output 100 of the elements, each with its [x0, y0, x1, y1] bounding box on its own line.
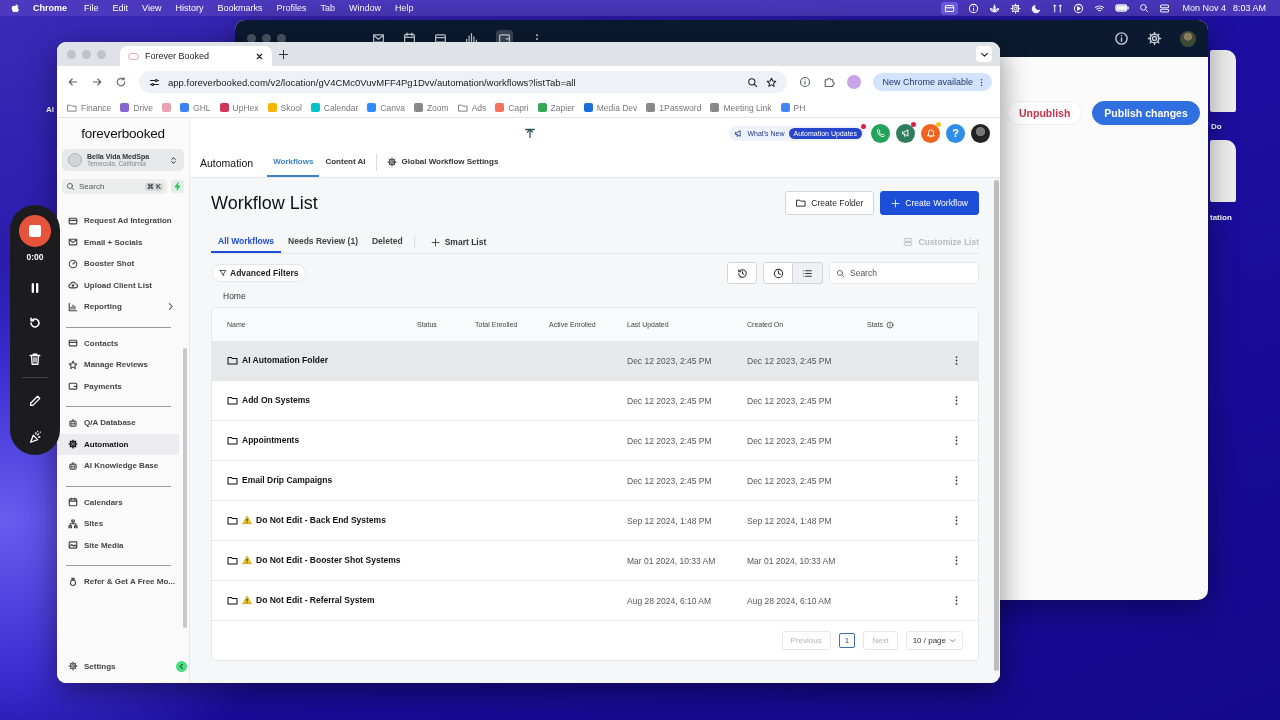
clock-view-button[interactable] [763, 262, 793, 284]
earbuds-icon[interactable] [1052, 2, 1064, 14]
zoom-icon[interactable] [747, 76, 759, 88]
sidebar-item[interactable]: Email + Socials [57, 231, 179, 253]
sidebar-item[interactable]: Refer & Get A Free Mo... [57, 571, 179, 593]
reload-icon[interactable] [115, 76, 127, 88]
settings-icon[interactable] [1147, 31, 1162, 46]
page-size-select[interactable]: 10 / page [905, 631, 963, 650]
menu-item[interactable]: Chrome [21, 3, 77, 13]
battery-icon[interactable] [1115, 1, 1130, 15]
screen-share-icon[interactable] [944, 2, 956, 14]
table-row[interactable]: Do Not Edit - Back End Systems Sep 12 2024, 1:48 PM Sep 12 2024, 1:48 PM [212, 501, 978, 541]
menu-item[interactable]: Tab [313, 3, 342, 13]
bookmark[interactable]: Media Dev [583, 102, 638, 113]
user-avatar[interactable] [971, 123, 990, 143]
stop-button[interactable] [19, 215, 51, 247]
bookmark[interactable]: Canva [367, 102, 405, 113]
puzzle-icon[interactable] [823, 76, 836, 88]
create-workflow-button[interactable]: Create Workflow [880, 191, 979, 215]
bar-chart-icon[interactable] [465, 32, 478, 45]
table-row[interactable]: Do Not Edit - Referral System Aug 28 2024, 6:10 AM Aug 28 2024, 6:10 AM [212, 581, 978, 621]
menubar-clock[interactable]: 8:03 AM [1232, 3, 1270, 13]
history-button[interactable] [727, 262, 757, 284]
sidebar-item[interactable]: AI Knowledge Base [57, 455, 179, 477]
address-bar[interactable]: app.foreverbooked.com/v2/location/gV4CMc0VuvMFF4Pg1Dvv/automation/workflows?listTab=all [139, 71, 788, 93]
tab-search-button[interactable] [976, 46, 992, 62]
search-icon[interactable] [1139, 3, 1150, 13]
list-tab[interactable]: Deleted [364, 231, 410, 253]
sparkle-icon[interactable] [28, 430, 42, 445]
list-tab[interactable]: All Workflows [211, 231, 282, 253]
bookmark[interactable]: UpHex [219, 102, 259, 113]
list-tab[interactable]: Needs Review (1) [281, 231, 365, 253]
bookmark[interactable]: Finance [67, 102, 112, 113]
apple-icon[interactable] [10, 2, 21, 14]
menu-item[interactable]: History [168, 3, 211, 13]
menu-item[interactable]: File [77, 3, 106, 13]
sidebar-item[interactable]: Contacts [57, 332, 179, 354]
sidebar-item[interactable]: Q/A Database [57, 412, 179, 434]
create-folder-button[interactable]: Create Folder [785, 191, 875, 215]
sidebar-item[interactable]: Manage Reviews [57, 354, 179, 376]
advanced-filters-button[interactable]: Advanced Filters [212, 264, 306, 282]
menu-item[interactable]: Profiles [269, 3, 314, 13]
trash-icon[interactable] [28, 351, 42, 366]
list-view-button[interactable] [793, 262, 823, 284]
sun-icon[interactable] [1010, 2, 1022, 14]
bookmark[interactable]: 1Password [646, 102, 702, 113]
wifi-icon[interactable] [1094, 2, 1106, 14]
play-icon[interactable] [1073, 2, 1085, 14]
menu-item[interactable]: Edit [105, 3, 136, 13]
bookmark[interactable]: Skool [267, 102, 302, 113]
bookmark[interactable]: Capri [495, 102, 529, 113]
publish-button[interactable]: Publish changes [1092, 101, 1200, 125]
settings-item[interactable]: Settings [57, 655, 189, 677]
sidebar-item[interactable]: Upload Client List [57, 274, 179, 296]
calendar-icon[interactable] [403, 32, 416, 45]
table-row[interactable]: Email Drip Campaigns Dec 12 2023, 2:45 PM Dec 12 2023, 2:45 PM [212, 461, 978, 501]
menubar-date[interactable]: Mon Nov 4 [1175, 3, 1233, 13]
call-button[interactable] [871, 123, 890, 143]
unpublish-button[interactable]: Unpublish [1007, 101, 1083, 125]
pencil-icon[interactable] [28, 394, 42, 409]
sidebar-item[interactable]: Sites [57, 513, 179, 535]
control-center-icon[interactable] [1159, 2, 1171, 14]
sidebar-item[interactable]: Site Media [57, 534, 179, 556]
sidebar-item[interactable]: Reporting [57, 296, 179, 318]
collapse-button[interactable] [176, 660, 187, 672]
menu-item[interactable]: Help [388, 3, 421, 13]
notifications-button[interactable] [921, 123, 940, 143]
back-icon[interactable] [67, 76, 79, 88]
contact-card-icon[interactable] [434, 32, 447, 45]
search-field[interactable]: Search [829, 262, 979, 284]
menu-item[interactable]: Window [341, 3, 388, 13]
sidebar-item[interactable]: Payments [57, 375, 179, 397]
bookmark[interactable]: Meeting Link [710, 102, 772, 113]
sidebar-item[interactable]: Automation [57, 433, 179, 455]
sidebar-item[interactable]: Booster Shot [57, 253, 179, 275]
menu-item[interactable]: View [135, 3, 169, 13]
moon-icon[interactable] [1031, 2, 1043, 14]
envelope-icon[interactable] [372, 32, 385, 45]
bookmark[interactable]: Calendar [310, 102, 359, 113]
bookmark[interactable]: Ads [457, 102, 487, 113]
bookmark[interactable]: Drive [120, 102, 154, 113]
bookmark[interactable]: GHL [180, 102, 211, 113]
breadcrumb[interactable]: Home [223, 291, 979, 301]
star-icon[interactable] [766, 76, 778, 88]
sidebar-item[interactable]: Request Ad Integration [57, 210, 179, 232]
forward-icon[interactable] [91, 76, 103, 88]
new-tab-icon[interactable] [278, 48, 289, 60]
bookmark[interactable]: Zoom [413, 102, 449, 113]
table-row[interactable]: Appointments Dec 12 2023, 2:45 PM Dec 12 2023, 2:45 PM [212, 421, 978, 461]
announcements-button[interactable] [896, 123, 915, 143]
bookmark[interactable]: Zapier [537, 102, 575, 113]
page-number[interactable]: 1 [838, 633, 856, 648]
help-icon[interactable] [1114, 31, 1129, 46]
smart-list-button[interactable]: Smart List [422, 231, 495, 253]
table-row[interactable]: Add On Systems Dec 12 2023, 2:45 PM Dec 12 2023, 2:45 PM [212, 381, 978, 421]
sidebar-item[interactable]: Calendars [57, 491, 179, 513]
undo-icon[interactable] [28, 316, 42, 331]
nav-tab[interactable]: Global Workflow Settings [380, 148, 505, 177]
menu-item[interactable]: Bookmarks [210, 3, 270, 13]
update-chip[interactable]: New Chrome available [873, 73, 992, 91]
